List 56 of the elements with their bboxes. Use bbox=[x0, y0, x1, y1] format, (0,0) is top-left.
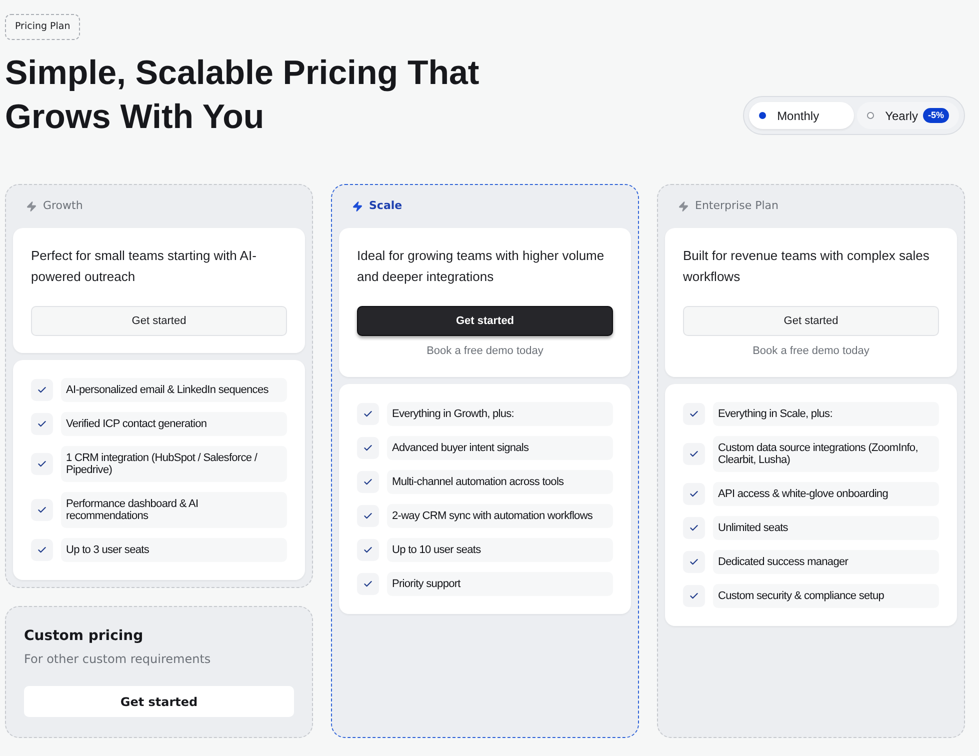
feature-text: Custom security & compliance setup bbox=[713, 584, 939, 608]
feature-text: Unlimited seats bbox=[713, 516, 939, 540]
demo-link[interactable]: Book a free demo today bbox=[752, 343, 870, 360]
feature-text: API access & white-glove onboarding bbox=[713, 482, 939, 506]
lightning-icon bbox=[678, 201, 689, 212]
lightning-icon bbox=[26, 201, 37, 212]
check-icon bbox=[683, 584, 705, 606]
feature-text: Everything in Growth, plus: bbox=[387, 402, 613, 426]
check-icon bbox=[31, 413, 53, 435]
plan-description: Perfect for small teams starting with AI-powered outreach bbox=[31, 247, 258, 286]
check-icon bbox=[31, 539, 53, 561]
check-icon bbox=[357, 538, 379, 560]
feature-text: Performance dashboard & AI recommendations bbox=[61, 492, 287, 528]
feature-text: 1 CRM integration (HubSpot / Salesforce / Pipedrive) bbox=[61, 446, 287, 482]
custom-pricing-subtitle: For other custom requirements bbox=[24, 651, 212, 667]
check-icon bbox=[31, 379, 53, 401]
feature-text: AI-personalized email & LinkedIn sequences bbox=[61, 378, 287, 402]
check-icon bbox=[683, 482, 705, 504]
check-icon bbox=[683, 550, 705, 572]
demo-link[interactable]: Book a free demo today bbox=[426, 343, 544, 360]
lightning-icon bbox=[352, 201, 363, 212]
check-icon bbox=[357, 436, 379, 458]
feature-text: Everything in Scale, plus: bbox=[713, 402, 939, 426]
check-icon bbox=[357, 470, 379, 492]
feature-text: Custom data source integrations (ZoomInfo, Clearbit, Lusha) bbox=[713, 436, 939, 472]
feature-text: Dedicated success manager bbox=[713, 550, 939, 574]
feature-text: Up to 10 user seats bbox=[387, 538, 613, 562]
get-started-button[interactable]: Get started bbox=[683, 306, 939, 336]
check-icon bbox=[683, 516, 705, 538]
custom-pricing-title: Custom pricing bbox=[24, 627, 144, 645]
plan-description: Built for revenue teams with complex sales workflows bbox=[683, 247, 930, 286]
plan-name: Growth bbox=[43, 198, 83, 214]
check-icon bbox=[357, 504, 379, 526]
feature-text: 2-way CRM sync with automation workflows bbox=[387, 504, 613, 528]
check-icon bbox=[357, 572, 379, 594]
page-title: Simple, Scalable Pricing That Grows With You bbox=[5, 53, 480, 138]
feature-text: Multi-channel automation across tools bbox=[387, 470, 613, 494]
get-started-button[interactable]: Get started bbox=[31, 306, 287, 336]
billing-option[interactable]: Monthly bbox=[749, 102, 854, 129]
billing-option[interactable]: Yearly -5% bbox=[857, 102, 959, 129]
section-badge: Pricing Plan bbox=[5, 14, 80, 40]
discount-badge: -5% bbox=[922, 108, 949, 123]
get-started-button[interactable]: Get started bbox=[357, 306, 613, 336]
plan-name: Scale bbox=[369, 198, 402, 214]
feature-text: Priority support bbox=[387, 572, 613, 596]
check-icon bbox=[683, 402, 705, 424]
check-icon bbox=[683, 442, 705, 464]
plan-description: Ideal for growing teams with higher volume and deeper integrations bbox=[357, 247, 606, 286]
check-icon bbox=[31, 499, 53, 521]
plan-name: Enterprise Plan bbox=[695, 198, 778, 214]
feature-text: Verified ICP contact generation bbox=[61, 412, 287, 436]
feature-text: Advanced buyer intent signals bbox=[387, 436, 613, 460]
check-icon bbox=[357, 402, 379, 424]
check-icon bbox=[31, 453, 53, 475]
get-started-button[interactable]: Get started bbox=[24, 686, 294, 717]
feature-text: Up to 3 user seats bbox=[61, 538, 287, 562]
